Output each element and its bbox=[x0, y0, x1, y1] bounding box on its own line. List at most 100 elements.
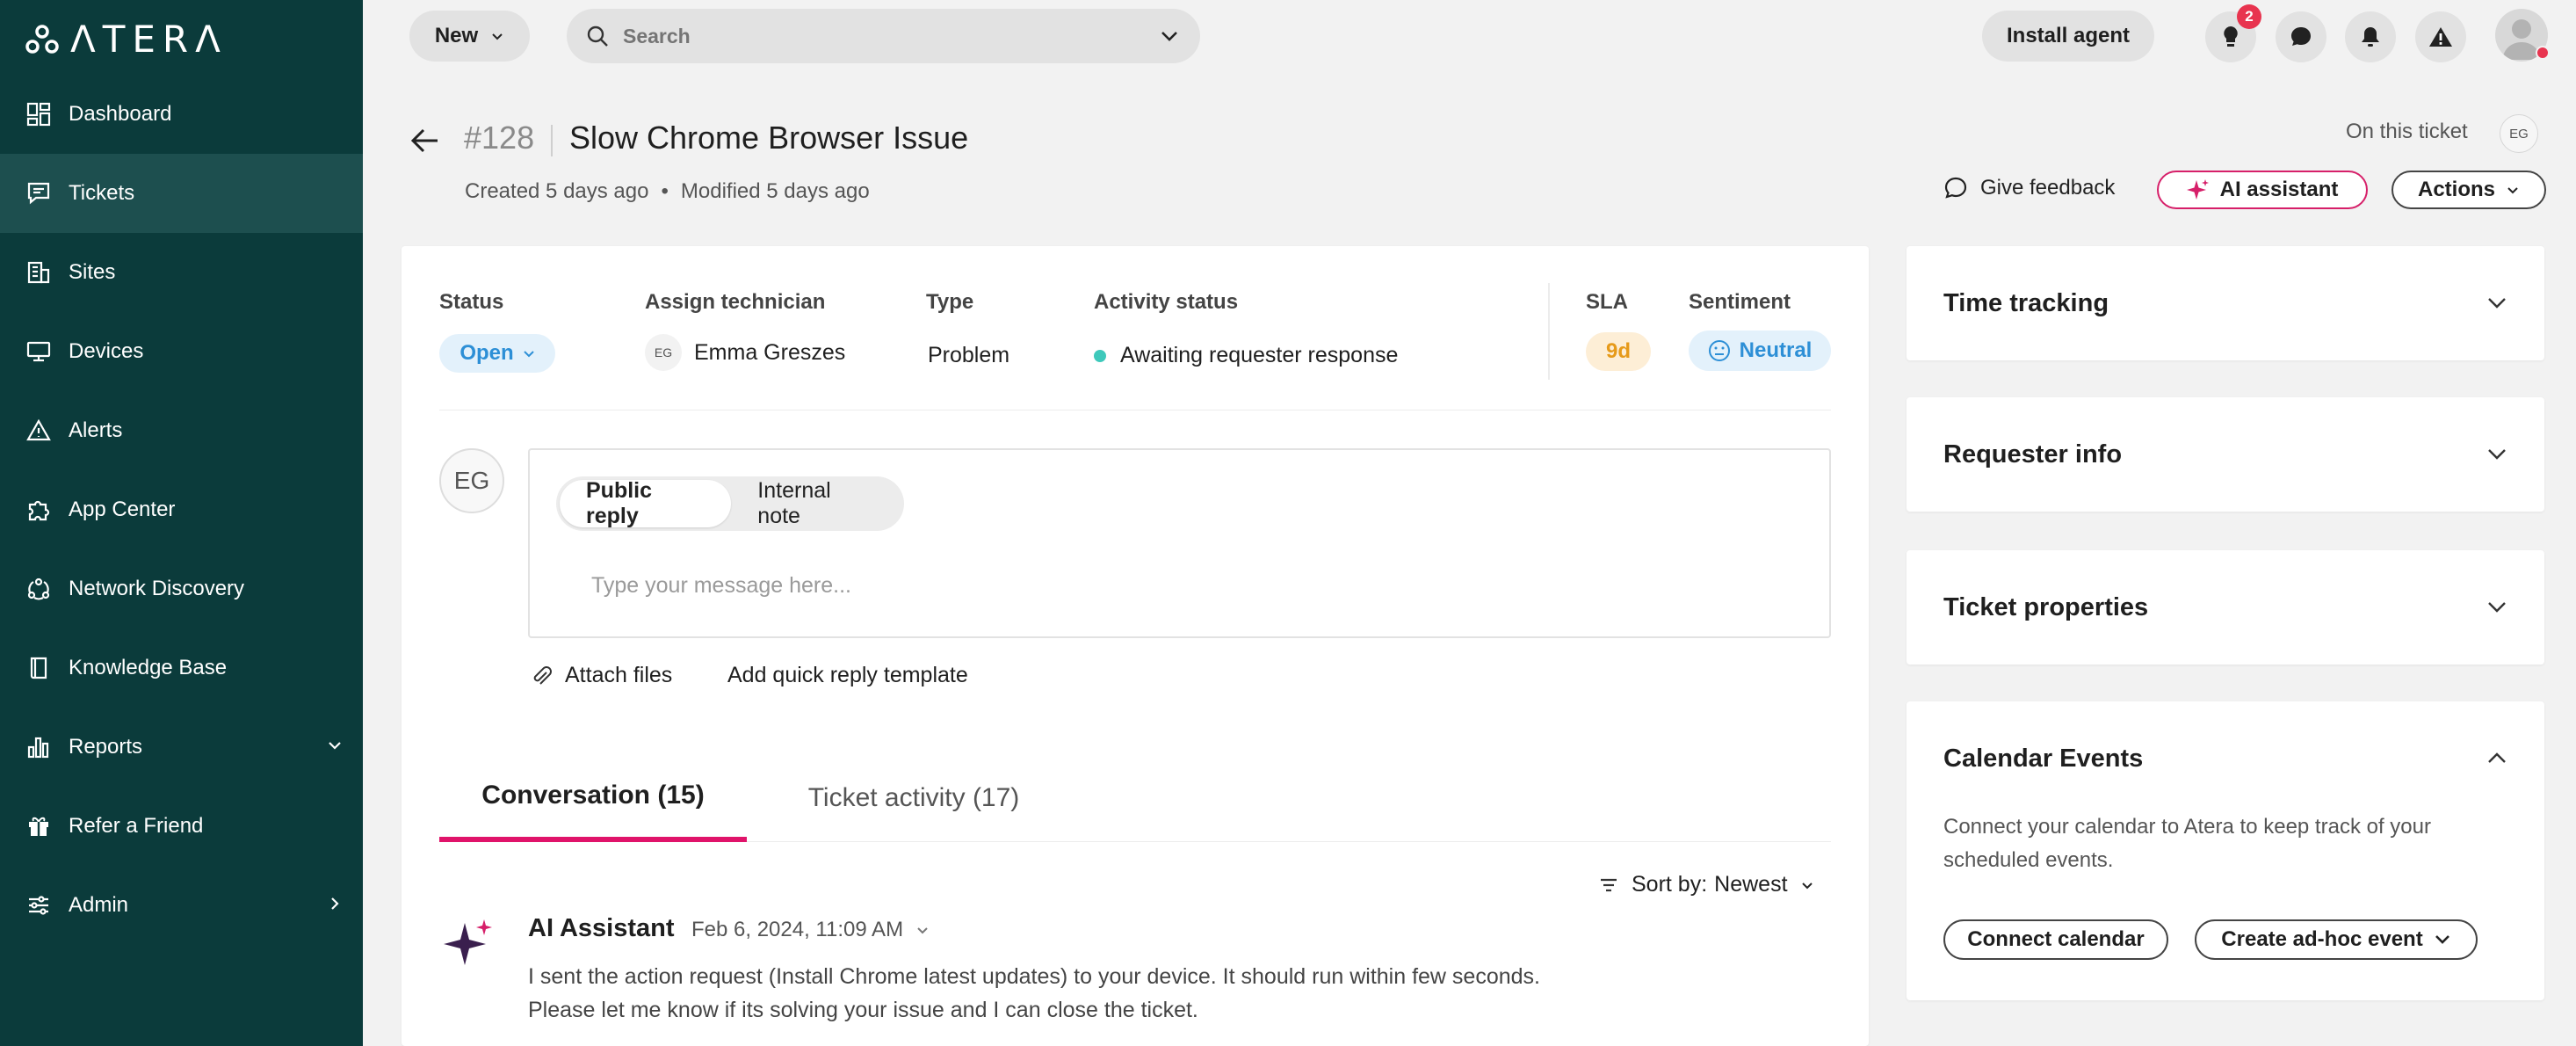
sidebar-item-alerts[interactable]: Alerts bbox=[0, 391, 363, 470]
technician-selector[interactable]: EG Emma Greszes bbox=[645, 334, 845, 371]
sort-label: Sort by: bbox=[1632, 872, 1708, 897]
message-body: I sent the action request (Install Chrom… bbox=[528, 960, 1540, 1027]
sidebar-item-sites[interactable]: Sites bbox=[0, 233, 363, 312]
chevron-down-icon[interactable] bbox=[1160, 28, 1179, 44]
create-adhoc-event-label: Create ad-hoc event bbox=[2221, 927, 2423, 951]
reply-avatar: EG bbox=[439, 448, 504, 513]
sentiment-label: Sentiment bbox=[1689, 290, 1791, 314]
monitor-icon bbox=[25, 338, 53, 366]
sidebar-item-refer-a-friend[interactable]: Refer a Friend bbox=[0, 787, 363, 866]
tab-conversation[interactable]: Conversation (15) bbox=[439, 754, 747, 842]
chevron-down-icon bbox=[1800, 878, 1814, 892]
sidebar-item-label: Tickets bbox=[69, 181, 135, 205]
tab-internal-note[interactable]: Internal note bbox=[731, 478, 901, 528]
actions-button[interactable]: Actions bbox=[2391, 171, 2546, 209]
chevron-up-icon[interactable] bbox=[2486, 749, 2507, 766]
message-line: I sent the action request (Install Chrom… bbox=[528, 964, 1540, 989]
viewer-avatar[interactable]: EG bbox=[2500, 114, 2538, 153]
activity-status-value[interactable]: Awaiting requester response bbox=[1094, 343, 1398, 368]
type-label: Type bbox=[926, 290, 974, 314]
search-bar[interactable] bbox=[567, 9, 1200, 63]
sparkle-icon bbox=[2186, 178, 2210, 201]
type-value[interactable]: Problem bbox=[928, 343, 1009, 368]
chevron-right-icon[interactable] bbox=[326, 895, 344, 912]
dashboard-icon bbox=[25, 100, 53, 128]
calendar-events-panel: Calendar Events Connect your calendar to… bbox=[1907, 701, 2544, 1000]
sidebar-item-knowledge-base[interactable]: Knowledge Base bbox=[0, 628, 363, 708]
tab-public-reply[interactable]: Public reply bbox=[560, 478, 732, 528]
message-input[interactable] bbox=[591, 573, 1733, 608]
time-tracking-panel[interactable]: Time tracking bbox=[1907, 246, 2544, 360]
chevron-down-icon bbox=[523, 347, 535, 360]
chevron-down-icon[interactable] bbox=[2486, 294, 2507, 311]
alerts-button[interactable] bbox=[2415, 11, 2466, 62]
ticket-number: #128 bbox=[464, 120, 535, 156]
actions-label: Actions bbox=[2417, 178, 2495, 201]
sidebar-item-admin[interactable]: Admin bbox=[0, 866, 363, 945]
status-dropdown[interactable]: Open bbox=[439, 334, 555, 373]
attach-files-button[interactable]: Attach files bbox=[530, 663, 672, 688]
give-feedback-button[interactable]: Give feedback bbox=[1943, 176, 2115, 200]
sidebar-item-network-discovery[interactable]: Network Discovery bbox=[0, 549, 363, 628]
topbar: New Install agent 2 bbox=[363, 0, 2576, 70]
new-button[interactable]: New bbox=[409, 11, 530, 62]
warning-icon bbox=[2428, 25, 2453, 48]
technician-name: Emma Greszes bbox=[694, 339, 846, 365]
ai-assistant-button[interactable]: AI assistant bbox=[2157, 171, 2368, 209]
bar-chart-icon bbox=[25, 733, 53, 761]
chevron-down-icon[interactable] bbox=[2486, 445, 2507, 462]
message-date[interactable]: Feb 6, 2024, 11:09 AM bbox=[691, 918, 930, 942]
chevron-down-icon bbox=[2506, 183, 2520, 197]
connect-calendar-button[interactable]: Connect calendar bbox=[1943, 919, 2168, 960]
building-icon bbox=[25, 258, 53, 287]
sidebar-item-label: Alerts bbox=[69, 418, 123, 442]
sidebar-item-label: Knowledge Base bbox=[69, 656, 228, 679]
status-value: Open bbox=[459, 341, 514, 365]
ai-assistant-avatar bbox=[442, 916, 498, 972]
sidebar-item-label: Network Discovery bbox=[69, 577, 245, 600]
atera-logo[interactable]: ΛTERΛ bbox=[25, 18, 228, 61]
requester-info-panel[interactable]: Requester info bbox=[1907, 397, 2544, 512]
chevron-down-icon[interactable] bbox=[326, 737, 344, 754]
atera-logo-icon bbox=[25, 24, 60, 55]
reply-editor: Public reply Internal note bbox=[528, 448, 1831, 638]
back-button[interactable] bbox=[409, 127, 439, 154]
book-icon bbox=[25, 654, 53, 682]
new-button-label: New bbox=[434, 24, 479, 47]
sort-dropdown[interactable]: Sort by: Newest bbox=[1598, 872, 1814, 897]
sidebar-item-reports[interactable]: Reports bbox=[0, 708, 363, 787]
sidebar-item-devices[interactable]: Devices bbox=[0, 312, 363, 391]
speech-bubble-icon bbox=[1943, 176, 1968, 200]
conversation-tabs: Conversation (15) Ticket activity (17) bbox=[439, 754, 1831, 842]
message-date-text: Feb 6, 2024, 11:09 AM bbox=[691, 918, 904, 941]
ticket-properties-panel[interactable]: Ticket properties bbox=[1907, 550, 2544, 665]
sidebar-item-tickets[interactable]: Tickets bbox=[0, 154, 363, 233]
lightbulb-button[interactable]: 2 bbox=[2205, 4, 2261, 62]
create-adhoc-event-button[interactable]: Create ad-hoc event bbox=[2195, 919, 2478, 960]
tab-ticket-activity[interactable]: Ticket activity (17) bbox=[764, 754, 1063, 842]
sidebar-item-label: App Center bbox=[69, 498, 176, 521]
sidebar-item-dashboard[interactable]: Dashboard bbox=[0, 75, 363, 154]
install-agent-button[interactable]: Install agent bbox=[1982, 11, 2154, 62]
chat-button[interactable] bbox=[2276, 11, 2326, 62]
on-this-ticket-label: On this ticket bbox=[2346, 120, 2468, 143]
arrow-left-icon bbox=[410, 128, 438, 153]
network-icon bbox=[25, 575, 53, 603]
ticket-properties-title: Ticket properties bbox=[1943, 592, 2149, 621]
chevron-down-icon[interactable] bbox=[2486, 598, 2507, 615]
gift-icon bbox=[25, 812, 53, 840]
notifications-button[interactable] bbox=[2345, 11, 2396, 62]
sentiment-badge: Neutral bbox=[1689, 331, 1831, 371]
sidebar-item-app-center[interactable]: App Center bbox=[0, 470, 363, 549]
page-title: Slow Chrome Browser Issue bbox=[569, 120, 969, 156]
search-input[interactable] bbox=[623, 24, 1115, 48]
sidebar-item-label: Sites bbox=[69, 260, 116, 284]
warning-icon bbox=[25, 417, 53, 445]
meta-separator: • bbox=[661, 179, 669, 203]
activity-status-label: Activity status bbox=[1094, 290, 1239, 314]
message-author: AI Assistant bbox=[528, 914, 675, 942]
neutral-face-icon bbox=[1708, 339, 1731, 362]
sidebar-item-label: Devices bbox=[69, 339, 144, 363]
quick-reply-template-button[interactable]: Add quick reply template bbox=[727, 663, 968, 688]
requester-info-title: Requester info bbox=[1943, 439, 2123, 469]
